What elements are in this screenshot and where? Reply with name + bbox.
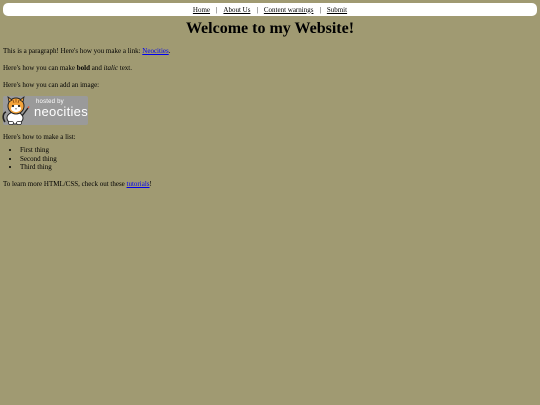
nav-separator: | [256, 5, 258, 14]
tutorials-link[interactable]: tutorials [127, 180, 150, 188]
nav-separator: | [216, 5, 218, 14]
paragraph-text: and [90, 64, 104, 72]
example-list: First thing Second thing Third thing [3, 146, 533, 172]
list-item: First thing [20, 146, 533, 155]
paragraph-list-intro: Here's how to make a list: [3, 133, 76, 141]
page-title: Welcome to my Website! [185, 20, 355, 37]
nav-home-link[interactable]: Home [193, 6, 210, 14]
nav-about-link[interactable]: About Us [223, 6, 250, 14]
hosted-by-neocities-badge[interactable]: hosted by neocities [2, 96, 89, 125]
paragraph-formatting: Here's how you can make bold and italic … [3, 64, 533, 73]
neocities-link[interactable]: Neocities [142, 47, 168, 55]
list-item: Second thing [20, 155, 533, 164]
badge-brand-text: neocities [34, 104, 89, 119]
nav-separator: | [319, 5, 321, 14]
paragraph-text: Here's how you can make [3, 64, 77, 72]
list-item: Third thing [20, 163, 533, 172]
paragraph-text: This is a paragraph! Here's how you make… [3, 47, 143, 55]
top-navbar: Home | About Us | Content warnings | Sub… [3, 3, 537, 16]
paragraph-link: This is a paragraph! Here's how you make… [3, 47, 533, 56]
paragraph-text: To learn more HTML/CSS, check out these [3, 179, 127, 188]
paragraph-punctuation: ! [149, 179, 152, 188]
main-content: This is a paragraph! Here's how you make… [2, 47, 533, 197]
bold-text: bold [76, 64, 90, 72]
paragraph-punctuation: . [168, 47, 171, 55]
nav-submit-link[interactable]: Submit [327, 6, 347, 14]
nav-content-warnings-link[interactable]: Content warnings [264, 6, 314, 14]
paragraph-image-intro: Here's how you can add an image: [3, 81, 100, 89]
paragraph-tutorials: To learn more HTML/CSS, check out these … [3, 180, 533, 189]
neocities-cat-icon [2, 96, 30, 125]
paragraph-text: text. [118, 64, 132, 72]
italic-text: italic [103, 64, 118, 72]
